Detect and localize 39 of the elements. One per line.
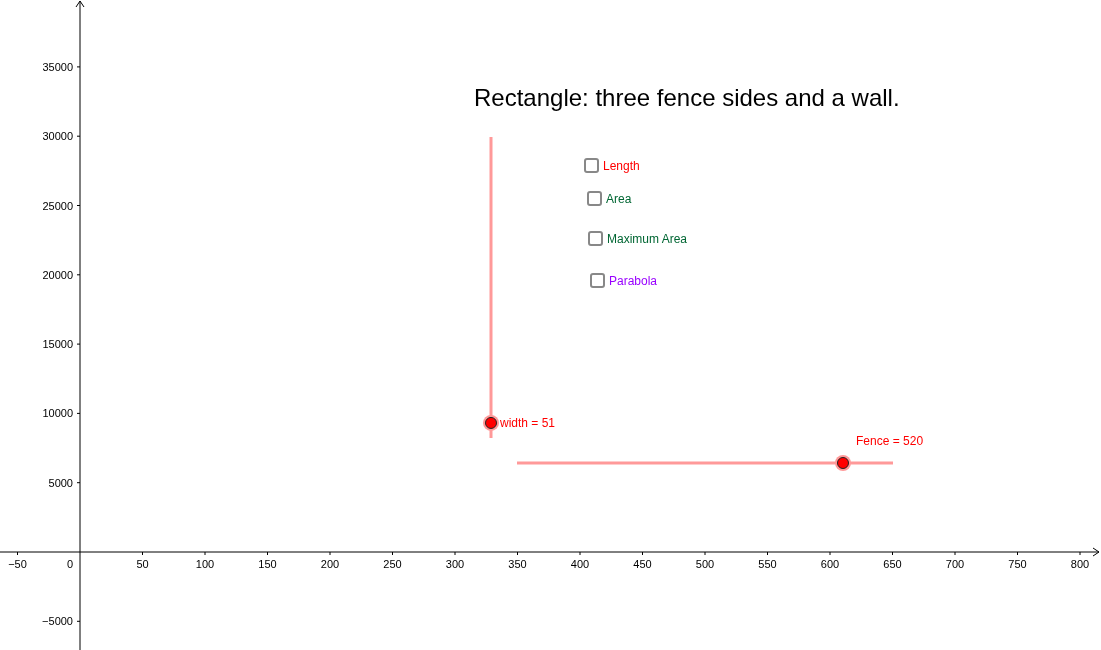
axis-tick-label: 350 (508, 558, 527, 570)
checkbox[interactable] (587, 191, 602, 206)
slider-handle[interactable] (483, 414, 499, 431)
axis-tick-label: 25000 (42, 199, 73, 212)
checkbox-label[interactable]: Parabola (609, 273, 658, 288)
axis-tick-label: 100 (195, 558, 215, 570)
axis-tick-label: 10000 (42, 407, 73, 420)
slider-label: Fence = 520 (856, 434, 924, 448)
checkbox[interactable] (584, 158, 599, 173)
checkbox[interactable] (588, 231, 603, 246)
axis-tick-label: −50 (8, 558, 27, 570)
axis-tick-label: 800 (1070, 558, 1090, 570)
axis-tick-label: 400 (570, 558, 590, 570)
axis-tick-label: 700 (945, 558, 965, 570)
axis-tick-label: 15000 (42, 338, 73, 351)
axis-tick-label: 450 (633, 558, 652, 570)
axis-tick-label: 150 (258, 558, 277, 570)
axis-tick-label: 250 (383, 558, 402, 570)
checkbox-label[interactable]: Area (606, 191, 632, 206)
axis-tick-label: 300 (445, 558, 465, 570)
axis-tick-label: 0 (66, 558, 73, 570)
checkbox-label[interactable]: Length (603, 158, 640, 173)
axis-tick-label: 200 (320, 558, 340, 570)
axis-tick-label: 50 (136, 558, 149, 570)
axis-tick-label: 20000 (42, 268, 73, 281)
axis-tick-label: 35000 (42, 60, 73, 73)
checkbox-label[interactable]: Maximum Area (607, 231, 688, 246)
axis-tick-label: 750 (1008, 558, 1027, 570)
graph-title: Rectangle: three fence sides and a wall. (474, 84, 900, 111)
slider-handle[interactable] (835, 455, 851, 471)
axis-tick-label: 600 (820, 558, 840, 570)
axis-tick-label: 5000 (48, 476, 73, 489)
axis-tick-label: 30000 (42, 130, 73, 143)
axis-tick-label: 550 (758, 558, 777, 570)
axis-tick-label: 500 (695, 558, 715, 570)
slider-label: width = 51 (500, 415, 556, 430)
axis-tick-label: −5000 (42, 615, 73, 628)
checkbox[interactable] (590, 273, 605, 288)
axis-tick-label: 650 (883, 558, 902, 570)
